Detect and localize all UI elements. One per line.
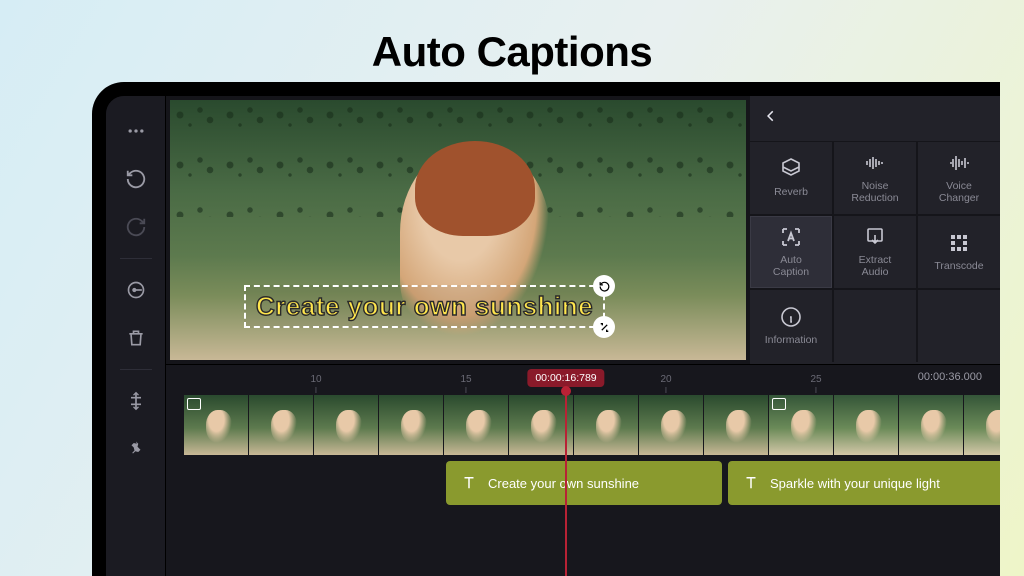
caption-clip[interactable]: Sparkle with your unique light	[728, 461, 1000, 505]
panel-item-reverb[interactable]: Reverb	[750, 142, 832, 214]
clip-thumbnail[interactable]	[184, 395, 248, 455]
toolbar-separator	[120, 258, 152, 259]
clip-thumbnail[interactable]	[964, 395, 1000, 455]
delete-button[interactable]	[115, 317, 157, 359]
current-time-chip: 00:00:16:789	[527, 369, 604, 387]
clip-thumbnail[interactable]	[574, 395, 638, 455]
rotate-handle-icon[interactable]	[593, 275, 615, 297]
caption-clip-label: Create your own sunshine	[488, 476, 639, 491]
panel-item-noise-reduction[interactable]: Noise Reduction	[834, 142, 916, 214]
audio-tools-panel: Reverb Noise Reduction Voice Changer	[750, 96, 1000, 364]
main-area: Create your own sunshine	[166, 96, 1000, 576]
panel-item-label: Auto Caption	[773, 255, 809, 278]
panel-grid: Reverb Noise Reduction Voice Changer	[750, 142, 1000, 362]
tablet-frame: Create your own sunshine	[92, 82, 1000, 576]
panel-item-information[interactable]: Information	[750, 290, 832, 362]
panel-item-voice-changer[interactable]: Voice Changer	[918, 142, 1000, 214]
image-icon	[772, 398, 786, 410]
preview-area[interactable]: Create your own sunshine	[166, 96, 750, 364]
more-button[interactable]	[115, 110, 157, 152]
panel-item-transcode[interactable]: Transcode	[918, 216, 1000, 288]
undo-button[interactable]	[115, 158, 157, 200]
text-icon	[742, 474, 760, 492]
timeline[interactable]: 10 15 20 25 00:00:16:789 00:00:36.000	[166, 364, 1000, 576]
left-toolbar	[106, 96, 166, 576]
playhead[interactable]	[565, 387, 567, 576]
panel-item-empty	[918, 290, 1000, 362]
clip-thumbnail[interactable]	[444, 395, 508, 455]
panel-item-label: Extract Audio	[859, 255, 892, 278]
key-button[interactable]	[115, 269, 157, 311]
redo-button[interactable]	[115, 206, 157, 248]
toolbar-separator	[120, 369, 152, 370]
clip-thumbnail[interactable]	[704, 395, 768, 455]
preview-canvas: Create your own sunshine	[170, 100, 746, 360]
panel-item-empty	[834, 290, 916, 362]
panel-item-label: Voice Changer	[939, 181, 979, 204]
text-icon	[460, 474, 478, 492]
clip-thumbnail[interactable]	[834, 395, 898, 455]
clip-thumbnail[interactable]	[769, 395, 833, 455]
panel-item-auto-caption[interactable]: Auto Caption	[750, 216, 832, 288]
clip-thumbnail[interactable]	[249, 395, 313, 455]
panel-item-label: Reverb	[774, 187, 808, 199]
caption-overlay[interactable]: Create your own sunshine	[244, 285, 605, 328]
caption-track[interactable]: Create your own sunshine Sparkle with yo…	[166, 457, 1000, 509]
panel-back-button[interactable]	[764, 105, 778, 132]
caption-text: Create your own sunshine	[256, 291, 593, 322]
pin-button[interactable]	[115, 428, 157, 470]
align-button[interactable]	[115, 380, 157, 422]
clip-thumbnail[interactable]	[899, 395, 963, 455]
caption-clip[interactable]: Create your own sunshine	[446, 461, 722, 505]
video-track[interactable]	[166, 393, 1000, 457]
app-screen: Create your own sunshine	[106, 96, 1000, 576]
resize-handle-icon[interactable]	[593, 316, 615, 338]
panel-item-label: Transcode	[934, 261, 983, 273]
panel-item-label: Noise Reduction	[851, 181, 898, 204]
hero-title: Auto Captions	[0, 28, 1024, 76]
clip-thumbnail[interactable]	[509, 395, 573, 455]
clip-thumbnail[interactable]	[314, 395, 378, 455]
clip-thumbnail[interactable]	[379, 395, 443, 455]
caption-clip-label: Sparkle with your unique light	[770, 476, 940, 491]
panel-item-label: Information	[765, 335, 818, 347]
duration-label: 00:00:36.000	[918, 371, 982, 383]
panel-item-extract-audio[interactable]: Extract Audio	[834, 216, 916, 288]
timeline-ruler[interactable]: 10 15 20 25 00:00:16:789 00:00:36.000	[166, 365, 1000, 393]
clip-thumbnail[interactable]	[639, 395, 703, 455]
image-icon	[187, 398, 201, 410]
